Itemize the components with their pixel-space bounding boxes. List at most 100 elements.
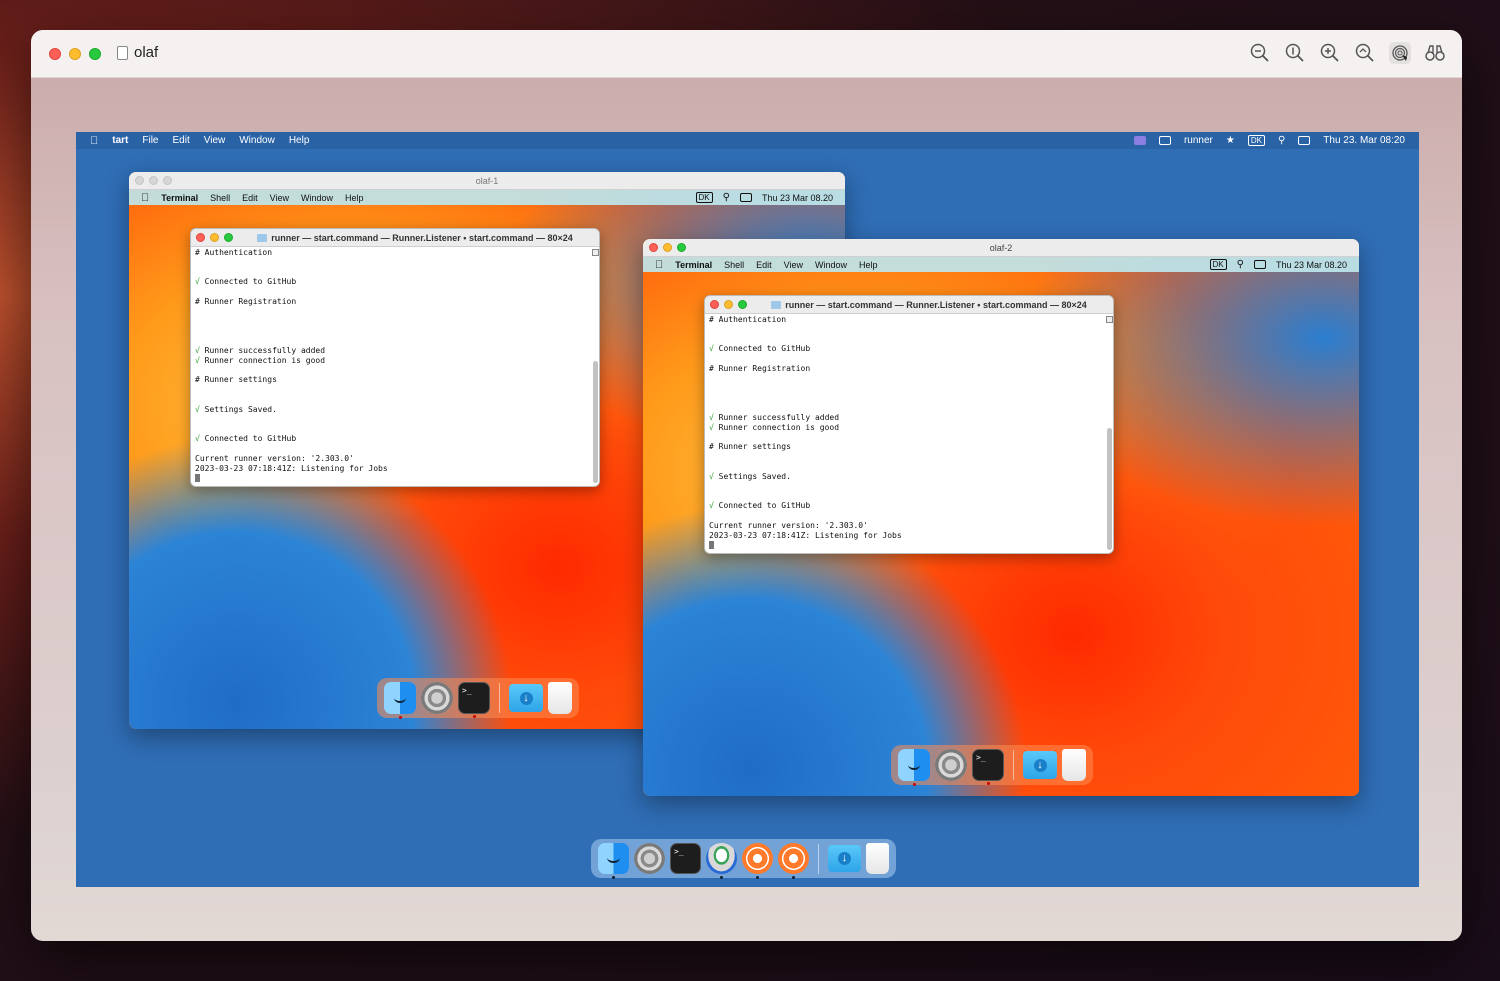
menu-window[interactable]: Window	[815, 260, 847, 270]
guest-titlebar: olaf-1	[129, 172, 845, 190]
input-source[interactable]: DK	[1209, 259, 1227, 270]
vm-menubar:  tart File Edit View Window Help runner…	[76, 132, 1419, 149]
zoom-button[interactable]	[738, 300, 747, 309]
menu-app[interactable]: Terminal	[161, 193, 198, 203]
user-name[interactable]: runner	[1184, 135, 1213, 146]
terminal-output[interactable]: # Authentication √ Connected to GitHub # R…	[705, 314, 1113, 551]
minimize-button[interactable]	[724, 300, 733, 309]
text-cursor	[709, 540, 714, 549]
terminal-line-text: Runner successfully added	[204, 345, 326, 355]
binoculars-icon[interactable]	[1424, 42, 1446, 64]
vm-app-icon[interactable]	[742, 843, 773, 879]
menu-edit[interactable]: Edit	[756, 260, 772, 270]
menu-help[interactable]: Help	[345, 193, 364, 203]
system-settings-icon[interactable]	[634, 843, 665, 874]
check-icon: √	[709, 471, 719, 481]
menu-shell[interactable]: Shell	[724, 260, 744, 270]
minimize-button[interactable]	[149, 176, 158, 185]
control-center-icon[interactable]	[1298, 136, 1311, 145]
check-icon: √	[195, 277, 205, 287]
terminal-title: runner — start.command — Runner.Listener…	[785, 300, 1087, 310]
apple-menu-icon[interactable]: 	[655, 259, 663, 271]
close-button[interactable]	[49, 48, 61, 60]
menu-view[interactable]: View	[204, 135, 226, 146]
terminal-icon[interactable]: >_	[458, 682, 490, 718]
menu-app[interactable]: Terminal	[675, 260, 712, 270]
close-button[interactable]	[710, 300, 719, 309]
clock[interactable]: Thu 23 Mar 08.20	[762, 193, 833, 203]
close-button[interactable]	[649, 243, 658, 252]
tart-app-icon[interactable]	[706, 843, 737, 879]
screen-sharing-icon[interactable]	[1133, 136, 1146, 145]
close-button[interactable]	[196, 233, 205, 242]
minimize-button[interactable]	[663, 243, 672, 252]
guest-desktop[interactable]:  Terminal Shell Edit View Window Help D…	[643, 257, 1359, 796]
minimize-button[interactable]	[210, 233, 219, 242]
guest-menubar:  Terminal Shell Edit View Window Help D…	[129, 190, 845, 205]
menu-app[interactable]: tart	[112, 135, 128, 146]
terminal-line: √ Runner successfully added	[709, 413, 1109, 423]
menu-edit[interactable]: Edit	[173, 135, 190, 146]
finder-icon[interactable]	[898, 749, 930, 786]
vm-app-icon[interactable]	[778, 843, 809, 879]
zoom-button[interactable]	[224, 233, 233, 242]
zoom-out-icon[interactable]	[1249, 42, 1271, 64]
clock[interactable]: Thu 23 Mar 08.20	[1276, 260, 1347, 270]
system-settings-icon[interactable]	[935, 749, 967, 781]
menu-help[interactable]: Help	[289, 135, 310, 146]
zoom-button[interactable]	[163, 176, 172, 185]
system-settings-icon[interactable]	[421, 682, 453, 714]
guest-window-olaf-2[interactable]: olaf-2  Terminal Shell Edit View Window…	[643, 239, 1359, 796]
menu-shell[interactable]: Shell	[210, 193, 230, 203]
apple-menu-icon[interactable]: 	[90, 135, 98, 147]
input-source[interactable]: DK	[695, 192, 713, 203]
menu-view[interactable]: View	[784, 260, 803, 270]
terminal-window[interactable]: runner — start.command — Runner.Listener…	[190, 228, 600, 487]
input-source[interactable]: DK	[1247, 135, 1265, 146]
minimize-button[interactable]	[69, 48, 81, 60]
zoom-button[interactable]	[677, 243, 686, 252]
guest-dock: >_	[891, 745, 1093, 786]
trash-icon[interactable]	[866, 843, 889, 874]
menu-file[interactable]: File	[142, 135, 158, 146]
scrollbar[interactable]	[593, 361, 598, 483]
zoom-to-fit-icon[interactable]	[1354, 42, 1376, 64]
spotlight-icon[interactable]: ⚲	[1278, 135, 1285, 146]
downloads-folder-icon[interactable]	[509, 684, 543, 712]
trash-icon[interactable]	[548, 682, 572, 714]
finder-icon[interactable]	[384, 682, 416, 719]
zoom-in-icon[interactable]	[1319, 42, 1341, 64]
display-icon[interactable]	[1158, 136, 1171, 145]
control-center-icon[interactable]	[1253, 260, 1266, 269]
terminal-icon[interactable]: >_	[670, 843, 701, 874]
actual-size-icon[interactable]	[1284, 42, 1306, 64]
menu-view[interactable]: View	[270, 193, 289, 203]
spotlight-icon[interactable]: ⚲	[1237, 259, 1244, 270]
finder-icon[interactable]	[598, 843, 629, 879]
clock[interactable]: Thu 23. Mar 08:20	[1323, 135, 1405, 146]
menu-edit[interactable]: Edit	[242, 193, 258, 203]
guest-title: olaf-2	[989, 243, 1013, 253]
apple-menu-icon[interactable]: 	[141, 192, 149, 204]
scroll-grip-icon	[1106, 316, 1113, 323]
terminal-output[interactable]: # Authentication √ Connected to GitHub # R…	[191, 247, 599, 484]
trash-icon[interactable]	[1062, 749, 1086, 781]
downloads-folder-icon[interactable]	[828, 845, 861, 872]
vm-screen[interactable]:  tart File Edit View Window Help runner…	[76, 132, 1419, 887]
terminal-title: runner — start.command — Runner.Listener…	[271, 233, 573, 243]
downloads-folder-icon[interactable]	[1023, 751, 1057, 779]
scrollbar[interactable]	[1107, 428, 1112, 550]
zoom-button[interactable]	[89, 48, 101, 60]
touch-id-icon[interactable]	[1389, 42, 1411, 64]
spotlight-icon[interactable]: ⚲	[723, 192, 730, 203]
control-center-icon[interactable]	[739, 193, 752, 202]
menu-window[interactable]: Window	[239, 135, 275, 146]
menu-help[interactable]: Help	[859, 260, 878, 270]
menu-window[interactable]: Window	[301, 193, 333, 203]
close-button[interactable]	[135, 176, 144, 185]
terminal-icon[interactable]: >_	[972, 749, 1004, 785]
accessibility-icon[interactable]: ★	[1226, 135, 1235, 146]
terminal-window[interactable]: runner — start.command — Runner.Listener…	[704, 295, 1114, 554]
